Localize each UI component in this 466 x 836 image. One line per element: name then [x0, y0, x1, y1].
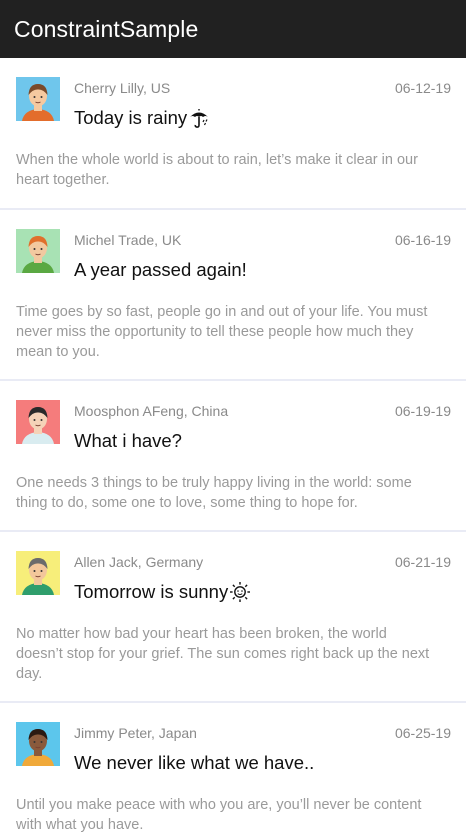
- post-card[interactable]: Moosphon AFeng, China 06-19-19 What i ha…: [0, 379, 466, 530]
- post-author: Jimmy Peter, Japan: [74, 725, 197, 741]
- post-title-text: Today is rainy: [74, 107, 188, 128]
- avatar-illustration: [16, 229, 60, 273]
- post-date: 06-12-19: [394, 80, 451, 96]
- avatar: [16, 722, 60, 766]
- post-card[interactable]: Cherry Lilly, US 06-12-19 Today is rainy…: [0, 58, 466, 208]
- post-title: Today is rainy: [74, 107, 210, 129]
- avatar-illustration: [16, 722, 60, 766]
- post-title: We never like what we have..: [74, 752, 314, 774]
- post-title-text: We never like what we have..: [74, 752, 315, 773]
- avatar-illustration: [16, 551, 60, 595]
- post-author: Cherry Lilly, US: [74, 80, 171, 96]
- app-bar: ConstraintSample: [0, 0, 466, 58]
- umbrella-icon: [188, 107, 210, 129]
- post-body: One needs 3 things to be truly happy liv…: [16, 475, 412, 511]
- post-card[interactable]: Michel Trade, UK 06-16-19 A year passed …: [0, 208, 466, 379]
- avatar-illustration: [16, 77, 60, 121]
- avatar: [16, 551, 60, 595]
- avatar-illustration: [16, 400, 60, 444]
- post-body: When the whole world is about to rain, l…: [16, 152, 418, 188]
- post-date: 06-25-19: [394, 725, 451, 741]
- post-date: 06-21-19: [394, 554, 451, 570]
- post-title: Tomorrow is sunny: [74, 581, 251, 603]
- post-body: Until you make peace with who you are, y…: [16, 797, 422, 833]
- avatar: [16, 400, 60, 444]
- post-card[interactable]: Jimmy Peter, Japan 06-25-19 We never lik…: [0, 701, 466, 836]
- post-author: Moosphon AFeng, China: [74, 403, 229, 419]
- post-title-text: Tomorrow is sunny: [74, 581, 229, 602]
- post-title: What i have?: [74, 430, 182, 452]
- post-author: Allen Jack, Germany: [74, 554, 204, 570]
- sun-icon: [229, 581, 251, 603]
- post-title-text: What i have?: [74, 430, 182, 451]
- post-feed[interactable]: Cherry Lilly, US 06-12-19 Today is rainy…: [0, 58, 466, 836]
- post-title: A year passed again!: [74, 259, 247, 281]
- post-body: No matter how bad your heart has been br…: [16, 626, 430, 682]
- post-date: 06-16-19: [394, 232, 451, 248]
- post-body: Time goes by so fast, people go in and o…: [16, 304, 428, 360]
- avatar: [16, 77, 60, 121]
- app-title: ConstraintSample: [14, 15, 199, 42]
- post-date: 06-19-19: [394, 403, 451, 419]
- post-title-text: A year passed again!: [74, 259, 247, 280]
- avatar: [16, 229, 60, 273]
- post-author: Michel Trade, UK: [74, 232, 182, 248]
- post-card[interactable]: Allen Jack, Germany 06-21-19 Tomorrow is…: [0, 530, 466, 701]
